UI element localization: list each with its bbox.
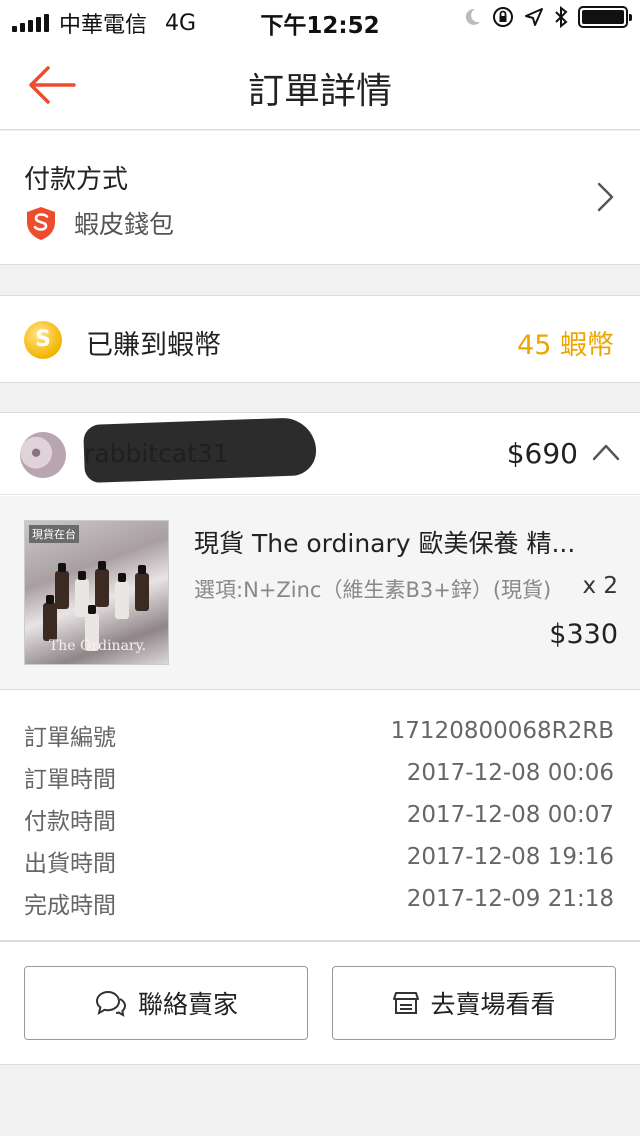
- visit-shop-button[interactable]: 去賣場看看: [332, 966, 616, 1040]
- battery-icon: [578, 6, 632, 28]
- action-bar: 聯絡賣家 去賣場看看: [0, 941, 640, 1065]
- detail-row-order-time: 訂單時間 2017-12-08 00:06: [0, 760, 640, 802]
- shopee-shield-icon: [27, 207, 55, 240]
- chat-icon: [95, 990, 126, 1017]
- nav-bar: 訂單詳情: [0, 40, 640, 130]
- payment-method-name: 蝦皮錢包: [74, 210, 175, 239]
- coins-earned-row: S 已賺到蝦幣 45 蝦幣: [0, 295, 640, 383]
- detail-value: 2017-12-08 00:06: [406, 760, 614, 786]
- coin-icon: S: [24, 321, 62, 359]
- payment-method-row[interactable]: 付款方式 蝦皮錢包: [0, 131, 640, 265]
- detail-key: 出貨時間: [24, 851, 116, 877]
- detail-key: 訂單時間: [24, 767, 116, 793]
- coins-earned-label: 已賺到蝦幣: [86, 330, 221, 361]
- chevron-right-icon: [597, 182, 614, 212]
- product-thumbnail: 現貨在台 The Ordinary.: [24, 520, 169, 665]
- thumbnail-corner-text: 現貨在台: [29, 525, 79, 543]
- detail-row-payment-time: 付款時間 2017-12-08 00:07: [0, 802, 640, 844]
- payment-method-label: 付款方式: [24, 165, 129, 195]
- contact-seller-label: 聯絡賣家: [137, 990, 238, 1019]
- shop-row[interactable]: rabbitcat31 $690: [0, 413, 640, 495]
- product-title: 現貨 The ordinary 歐美保養 精...: [194, 529, 576, 558]
- detail-value: 17120800068R2RB: [390, 718, 614, 744]
- detail-row-order-number: 訂單編號 17120800068R2RB: [0, 718, 640, 760]
- product-price: $330: [549, 619, 618, 650]
- order-total: $690: [506, 437, 578, 470]
- visit-shop-label: 去賣場看看: [430, 990, 556, 1019]
- detail-key: 完成時間: [24, 893, 116, 919]
- rotation-lock-icon: [493, 7, 513, 27]
- detail-row-ship-time: 出貨時間 2017-12-08 19:16: [0, 844, 640, 886]
- order-card: rabbitcat31 $690 現貨在台 The Ordinary. 現貨 T…: [0, 412, 640, 690]
- status-right: [462, 6, 632, 28]
- chevron-up-icon[interactable]: [592, 443, 620, 461]
- thumbnail-brand-text: The Ordinary.: [48, 638, 147, 654]
- order-details: 訂單編號 17120800068R2RB 訂單時間 2017-12-08 00:…: [0, 689, 640, 941]
- location-icon: [525, 8, 543, 26]
- redaction-scribble: [83, 416, 317, 484]
- contact-seller-button[interactable]: 聯絡賣家: [24, 966, 308, 1040]
- detail-value: 2017-12-09 21:18: [406, 886, 614, 912]
- product-quantity: x 2: [582, 573, 618, 599]
- detail-key: 訂單編號: [24, 725, 116, 751]
- shop-avatar: [20, 432, 66, 478]
- payment-method: 蝦皮錢包: [24, 205, 174, 241]
- moon-icon: [465, 8, 480, 25]
- detail-key: 付款時間: [24, 809, 116, 835]
- coins-earned-value: 45 蝦幣: [517, 330, 614, 361]
- bluetooth-icon: [555, 6, 568, 28]
- status-bar: 中華電信 4G 下午12:52: [0, 0, 640, 40]
- shop-icon: [393, 992, 420, 1014]
- product-option: 選項:N+Zinc（維生素B3+鋅）(現貨): [194, 578, 552, 602]
- page-title: 訂單詳情: [247, 71, 392, 112]
- detail-value: 2017-12-08 00:07: [406, 802, 614, 828]
- detail-value: 2017-12-08 19:16: [406, 844, 614, 870]
- detail-row-complete-time: 完成時間 2017-12-09 21:18: [0, 886, 640, 928]
